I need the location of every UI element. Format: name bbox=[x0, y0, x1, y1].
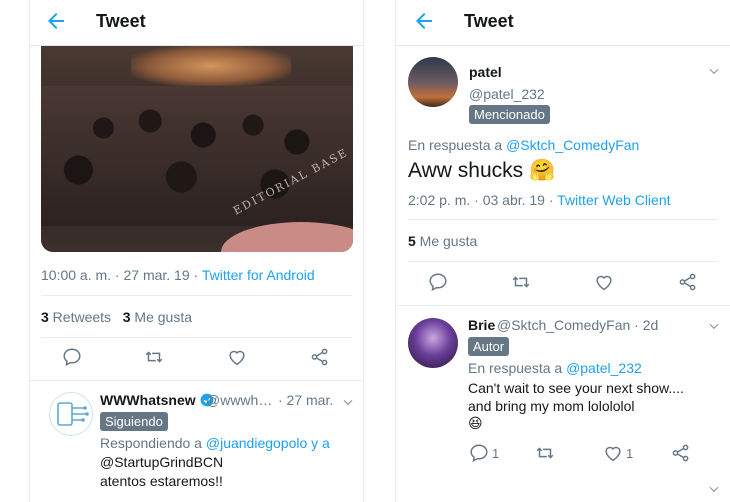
reply-icon bbox=[429, 273, 447, 292]
avatar[interactable] bbox=[408, 57, 458, 107]
back-arrow-icon[interactable] bbox=[44, 9, 68, 33]
reply-button[interactable]: 1 bbox=[468, 442, 499, 466]
divider bbox=[30, 380, 363, 381]
tweet-meta: 10:00 a. m. · 27 mar. 19 · Twitter for A… bbox=[41, 267, 315, 283]
like-count: 1 bbox=[626, 446, 634, 461]
replying-to: Respondiendo a @juandiegopolo y a bbox=[100, 435, 330, 451]
photo-hand bbox=[221, 222, 353, 252]
retweet-icon bbox=[145, 351, 163, 363]
mention-link[interactable]: @StartupGrindBCN bbox=[100, 454, 223, 470]
photo-crowd bbox=[41, 86, 353, 226]
header-title: Tweet bbox=[96, 11, 146, 31]
like-button[interactable] bbox=[593, 271, 617, 295]
status-badge: Autor bbox=[468, 337, 510, 356]
retweet-icon bbox=[512, 276, 530, 288]
header-bar: Tweet bbox=[396, 0, 730, 46]
tweet-actions bbox=[396, 265, 730, 301]
likes-stat[interactable]: 3 Me gusta bbox=[123, 309, 192, 325]
divider bbox=[41, 295, 352, 296]
back-arrow-icon[interactable] bbox=[412, 9, 436, 33]
tweet-stats: 3 Retweets 3 Me gusta bbox=[41, 309, 192, 325]
divider bbox=[41, 337, 352, 338]
tweet-photo[interactable]: EDITORIAL BASE bbox=[41, 46, 353, 252]
tweet-author-handle[interactable]: @patel_232 bbox=[469, 86, 545, 102]
chevron-down-icon[interactable] bbox=[707, 482, 721, 496]
like-icon bbox=[596, 275, 612, 291]
retweet-icon bbox=[536, 447, 554, 459]
reply-author-name[interactable]: WWWhatsnew bbox=[100, 392, 214, 408]
reply-text: atentos estaremos!! bbox=[100, 473, 223, 489]
reply-actions: 1 1 bbox=[396, 436, 730, 472]
retweet-button[interactable] bbox=[510, 271, 534, 295]
like-icon bbox=[605, 446, 621, 462]
retweet-button[interactable] bbox=[143, 346, 167, 370]
header-bar: Tweet bbox=[30, 0, 363, 46]
tweet-timestamp: 2:02 p. m. · 03 abr. 19 · bbox=[408, 192, 558, 208]
likes-stat[interactable]: 5 Me gusta bbox=[408, 233, 477, 249]
like-button[interactable] bbox=[226, 346, 250, 370]
reply-text-line-2: and bring my mom lolololol bbox=[468, 398, 635, 414]
avatar[interactable] bbox=[408, 318, 458, 368]
retweets-stat[interactable]: 3 Retweets bbox=[41, 309, 111, 325]
reply-author-name[interactable]: Brie bbox=[468, 317, 495, 333]
reply-icon bbox=[470, 444, 488, 463]
share-button[interactable] bbox=[309, 346, 333, 370]
avatar[interactable] bbox=[49, 392, 93, 436]
reply-date: · 27 mar. bbox=[278, 392, 334, 408]
divider bbox=[408, 261, 718, 262]
photo-stage bbox=[131, 46, 291, 86]
share-button[interactable] bbox=[677, 271, 701, 295]
tweet-source-link[interactable]: Twitter for Android bbox=[202, 267, 315, 283]
tweet-text: Aww shucks 🤗 bbox=[408, 159, 556, 182]
tweet-source-link[interactable]: Twitter Web Client bbox=[557, 192, 670, 208]
retweet-button[interactable] bbox=[534, 442, 558, 466]
in-reply-to: En respuesta a @patel_232 bbox=[468, 360, 642, 376]
share-icon bbox=[311, 348, 328, 366]
mention-link[interactable]: @patel_232 bbox=[566, 360, 642, 376]
reply-author-handle[interactable]: @Sktch_ComedyFan · 2d bbox=[497, 317, 658, 333]
reply-emoji: 😆 bbox=[468, 415, 483, 431]
tweet-meta: 2:02 p. m. · 03 abr. 19 · Twitter Web Cl… bbox=[408, 192, 671, 208]
share-icon bbox=[679, 273, 696, 291]
tweet-timestamp: 10:00 a. m. · 27 mar. 19 · bbox=[41, 267, 202, 283]
divider bbox=[408, 219, 718, 220]
mention-link[interactable]: @juandiegopolo y a bbox=[206, 435, 330, 451]
share-icon bbox=[672, 444, 689, 462]
tweet-actions bbox=[30, 340, 363, 376]
reply-button[interactable] bbox=[427, 271, 451, 295]
share-button[interactable] bbox=[670, 442, 694, 466]
reply-count: 1 bbox=[492, 446, 500, 461]
tweet-author-name[interactable]: patel bbox=[469, 64, 502, 80]
mention-link[interactable]: @Sktch_ComedyFan bbox=[506, 137, 639, 153]
circuit-logo-icon bbox=[57, 402, 89, 426]
status-badge: Siguiendo bbox=[100, 412, 168, 431]
chevron-down-icon[interactable] bbox=[707, 64, 721, 78]
reply-author-handle[interactable]: @wwwh… bbox=[206, 392, 272, 408]
status-badge: Mencionado bbox=[469, 105, 550, 124]
header-title: Tweet bbox=[464, 11, 514, 31]
chevron-down-icon[interactable] bbox=[707, 319, 721, 333]
chevron-down-icon[interactable] bbox=[341, 395, 355, 409]
right-tweet-panel: Tweet patel @patel_232 Mencionado En res… bbox=[395, 0, 730, 502]
left-tweet-panel: EDITORIAL BASE Tweet 10:00 a. m. · 27 ma… bbox=[29, 0, 364, 502]
reply-button[interactable] bbox=[61, 346, 85, 370]
in-reply-to: En respuesta a @Sktch_ComedyFan bbox=[408, 137, 640, 153]
like-button[interactable]: 1 bbox=[602, 442, 633, 466]
reply-icon bbox=[63, 348, 81, 367]
reply-text-line-1: Can't wait to see your next show.... bbox=[468, 380, 684, 396]
divider bbox=[396, 305, 730, 306]
like-icon bbox=[229, 350, 245, 366]
